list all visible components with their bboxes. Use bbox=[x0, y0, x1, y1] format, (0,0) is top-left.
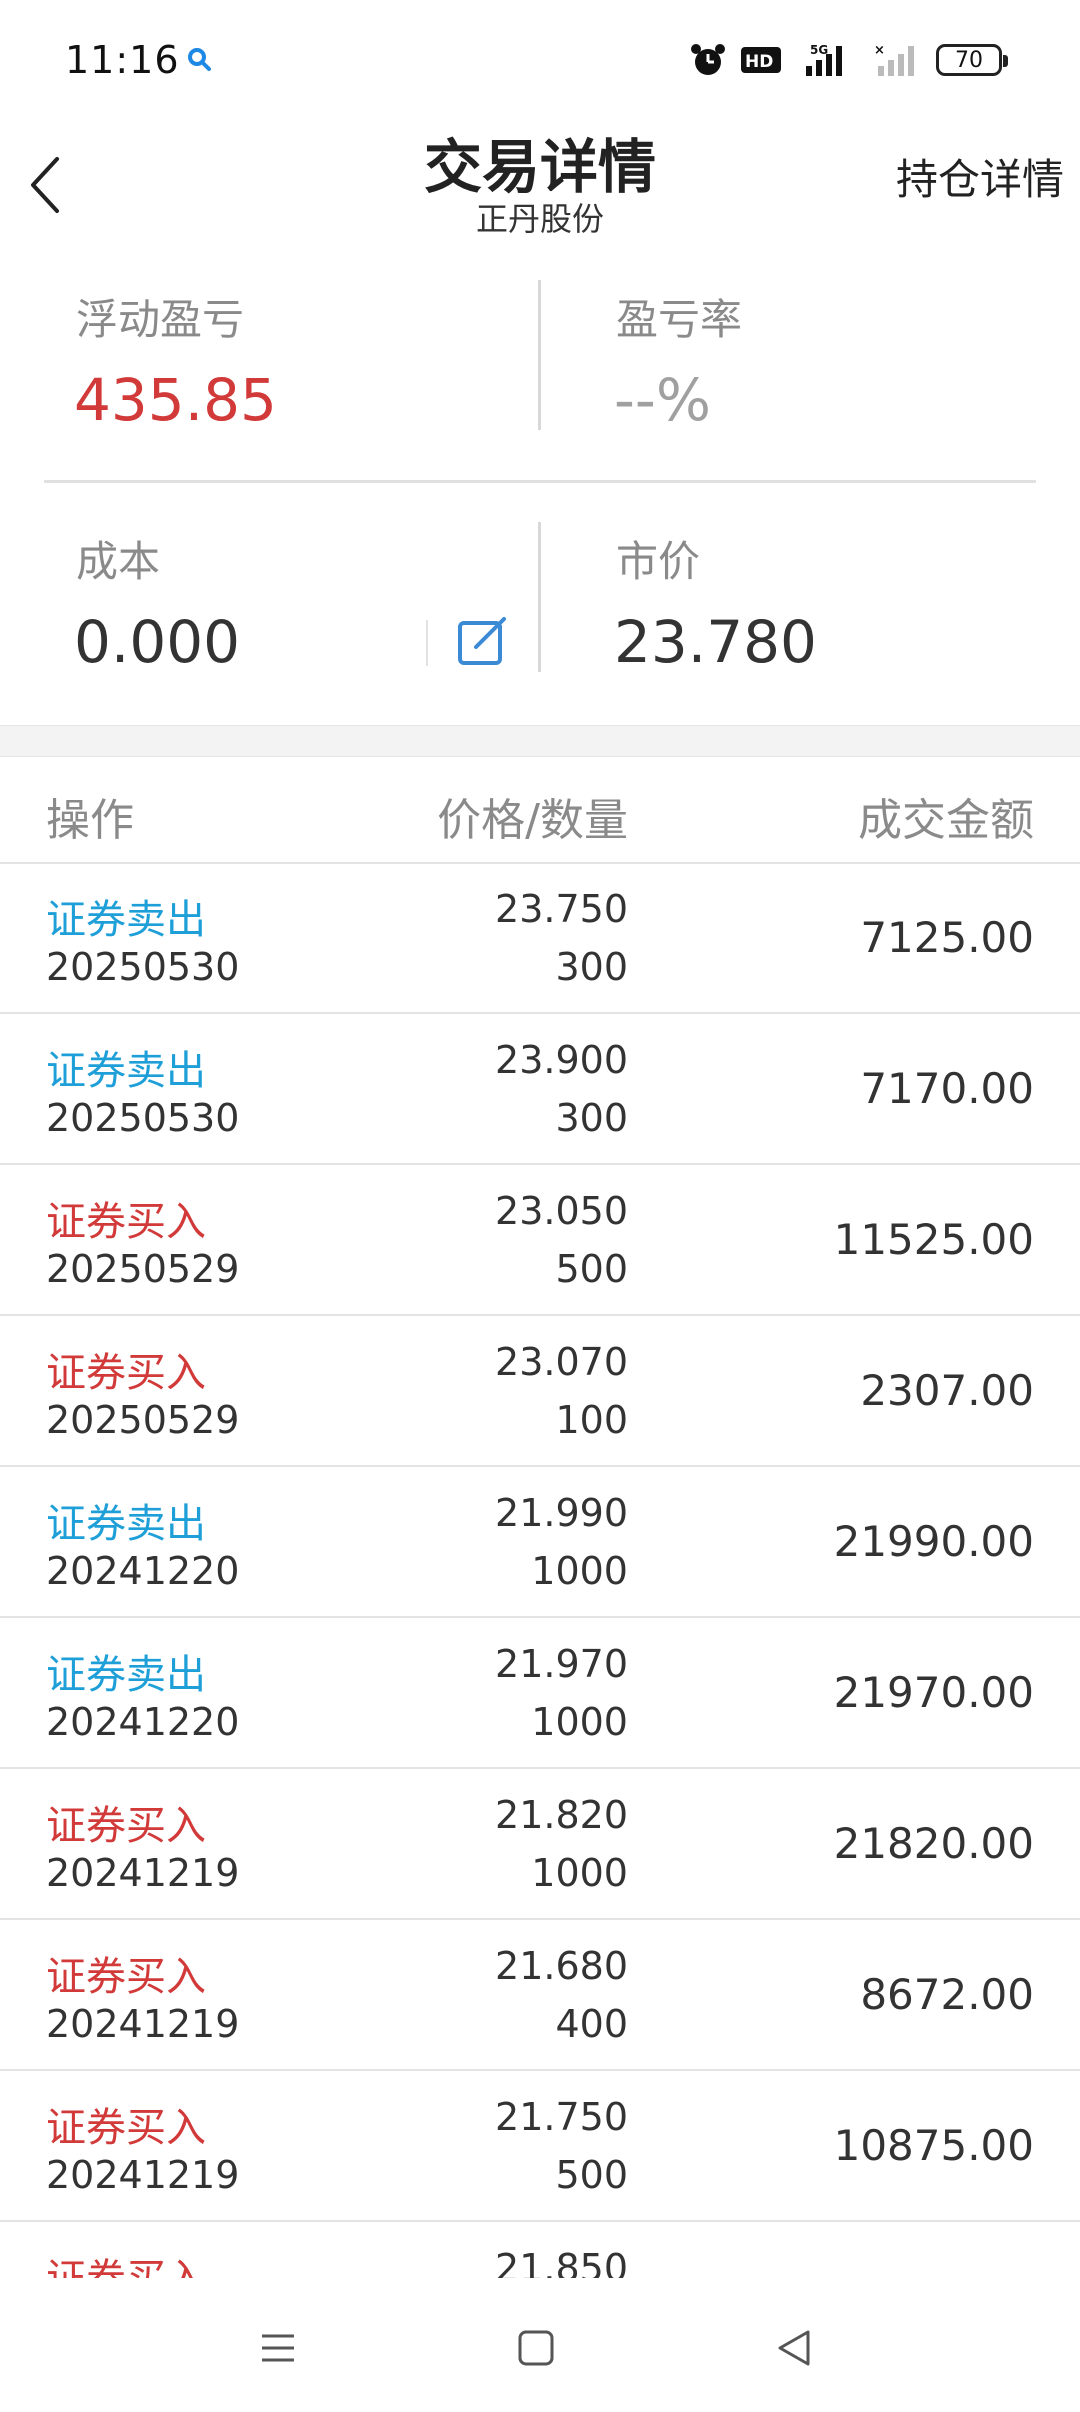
table-row[interactable]: 证券买入 20241219 21.750 500 10875.00 bbox=[0, 2071, 1080, 2222]
battery-icon: 70 bbox=[936, 44, 1008, 76]
trade-quantity: 1000 bbox=[531, 1700, 628, 1744]
table-row[interactable]: 证券卖出 20241220 21.990 1000 21990.00 bbox=[0, 1467, 1080, 1618]
table-row[interactable]: 证券买入 20250529 23.050 500 11525.00 bbox=[0, 1165, 1080, 1316]
operation-label: 证券买入 bbox=[46, 1199, 206, 1245]
operation-label: 证券卖出 bbox=[46, 897, 206, 943]
table-row[interactable]: 证券卖出 20250530 23.900 300 7170.00 bbox=[0, 1014, 1080, 1165]
trade-price: 21.850 bbox=[495, 2246, 628, 2278]
trade-date: 20241219 bbox=[46, 2153, 240, 2197]
square-icon bbox=[518, 2330, 554, 2366]
divider bbox=[44, 480, 1036, 483]
trade-date: 20250529 bbox=[46, 1398, 240, 1442]
triangle-back-icon bbox=[778, 2330, 810, 2366]
operation-label: 证券买入 bbox=[46, 1954, 206, 2000]
trade-date: 20250530 bbox=[46, 945, 240, 989]
header: 交易详情 正丹股份 持仓详情 bbox=[0, 110, 1080, 250]
trade-price: 23.050 bbox=[495, 1189, 628, 1233]
trade-date: 20241219 bbox=[46, 1851, 240, 1895]
trade-price: 23.900 bbox=[495, 1038, 628, 1082]
status-bar: 11:16 HD 5G × 70 bbox=[0, 0, 1080, 110]
table-row[interactable]: 证券买入 21.850 bbox=[0, 2222, 1080, 2278]
operation-label: 证券买入 bbox=[46, 2105, 206, 2151]
trade-price: 23.070 bbox=[495, 1340, 628, 1384]
trade-quantity: 500 bbox=[555, 2153, 628, 2197]
column-header-operation: 操作 bbox=[46, 795, 134, 846]
trade-price: 23.750 bbox=[495, 887, 628, 931]
column-header-amount: 成交金额 bbox=[858, 795, 1034, 846]
edit-icon[interactable] bbox=[456, 615, 510, 669]
divider bbox=[538, 522, 541, 672]
table-row[interactable]: 证券买入 20250529 23.070 100 2307.00 bbox=[0, 1316, 1080, 1467]
search-icon bbox=[188, 48, 211, 71]
trade-price: 21.750 bbox=[495, 2095, 628, 2139]
trade-amount: 21820.00 bbox=[833, 1819, 1034, 1868]
trade-quantity: 1000 bbox=[531, 1549, 628, 1593]
operation-label: 证券买入 bbox=[46, 1350, 206, 1396]
battery-level: 70 bbox=[955, 47, 983, 73]
signal-icon: × bbox=[874, 43, 914, 76]
trade-amount: 21970.00 bbox=[833, 1668, 1034, 1717]
table-row[interactable]: 证券买入 20241219 21.820 1000 21820.00 bbox=[0, 1769, 1080, 1920]
holding-details-link[interactable]: 持仓详情 bbox=[896, 146, 1064, 207]
transaction-list: 证券卖出 20250530 23.750 300 7125.00 证券卖出 20… bbox=[0, 863, 1080, 2278]
svg-text:×: × bbox=[874, 43, 885, 58]
cost-label: 成本 bbox=[76, 537, 161, 586]
trade-amount: 7170.00 bbox=[860, 1064, 1034, 1113]
trade-amount: 7125.00 bbox=[860, 913, 1034, 962]
table-row[interactable]: 证券卖出 20250530 23.750 300 7125.00 bbox=[0, 863, 1080, 1014]
svg-text:5G: 5G bbox=[810, 43, 828, 57]
trade-amount: 2307.00 bbox=[860, 1366, 1034, 1415]
trade-quantity: 300 bbox=[555, 945, 628, 989]
trade-quantity: 300 bbox=[555, 1096, 628, 1140]
trade-quantity: 100 bbox=[555, 1398, 628, 1442]
trade-date: 20241219 bbox=[46, 2002, 240, 2046]
operation-label: 证券卖出 bbox=[46, 1048, 206, 1094]
trade-quantity: 1000 bbox=[531, 1851, 628, 1895]
section-separator bbox=[0, 725, 1080, 757]
alarm-icon bbox=[691, 44, 725, 75]
column-header-price-qty: 价格/数量 bbox=[437, 795, 628, 846]
market-price-label: 市价 bbox=[616, 537, 701, 586]
market-price-value: 23.780 bbox=[614, 608, 817, 676]
trade-amount: 10875.00 bbox=[833, 2121, 1034, 2170]
table-row[interactable]: 证券买入 20241219 21.680 400 8672.00 bbox=[0, 1920, 1080, 2071]
table-header: 操作 价格/数量 成交金额 bbox=[0, 756, 1080, 864]
floating-pl-label: 浮动盈亏 bbox=[76, 295, 245, 344]
divider bbox=[538, 280, 541, 430]
trade-date: 20241220 bbox=[46, 1700, 240, 1744]
trade-price: 21.970 bbox=[495, 1642, 628, 1686]
operation-label: 证券卖出 bbox=[46, 1652, 206, 1698]
trade-date: 20241220 bbox=[46, 1549, 240, 1593]
floating-pl-value: 435.85 bbox=[74, 366, 277, 434]
hd-icon: HD bbox=[741, 47, 781, 73]
home-button[interactable] bbox=[506, 2318, 566, 2378]
cost-value: 0.000 bbox=[74, 608, 241, 676]
status-time: 11:16 bbox=[65, 38, 180, 82]
status-icons: HD 5G × 70 bbox=[690, 40, 1008, 80]
operation-label: 证券卖出 bbox=[46, 1501, 206, 1547]
trade-amount: 8672.00 bbox=[860, 1970, 1034, 2019]
pl-rate-value: --% bbox=[614, 366, 711, 434]
trade-amount: 21990.00 bbox=[833, 1517, 1034, 1566]
trade-price: 21.680 bbox=[495, 1944, 628, 1988]
pl-rate-label: 盈亏率 bbox=[616, 295, 743, 344]
trade-amount: 11525.00 bbox=[833, 1215, 1034, 1264]
5g-signal-icon: 5G bbox=[806, 43, 842, 76]
operation-label: 证券买入 bbox=[46, 2246, 206, 2278]
menu-button[interactable] bbox=[248, 2318, 308, 2378]
system-navigation-bar bbox=[0, 2278, 1080, 2412]
table-row[interactable]: 证券卖出 20241220 21.970 1000 21970.00 bbox=[0, 1618, 1080, 1769]
back-nav-button[interactable] bbox=[764, 2318, 824, 2378]
svg-text:HD: HD bbox=[745, 52, 773, 72]
trade-price: 21.990 bbox=[495, 1491, 628, 1535]
summary-panel: 浮动盈亏 435.85 盈亏率 --% 成本 0.000 市价 23.780 bbox=[0, 250, 1080, 725]
divider bbox=[426, 620, 428, 666]
trade-price: 21.820 bbox=[495, 1793, 628, 1837]
trade-date: 20250530 bbox=[46, 1096, 240, 1140]
menu-icon bbox=[262, 2334, 294, 2362]
trade-date: 20250529 bbox=[46, 1247, 240, 1291]
operation-label: 证券买入 bbox=[46, 1803, 206, 1849]
trade-quantity: 400 bbox=[555, 2002, 628, 2046]
trade-quantity: 500 bbox=[555, 1247, 628, 1291]
